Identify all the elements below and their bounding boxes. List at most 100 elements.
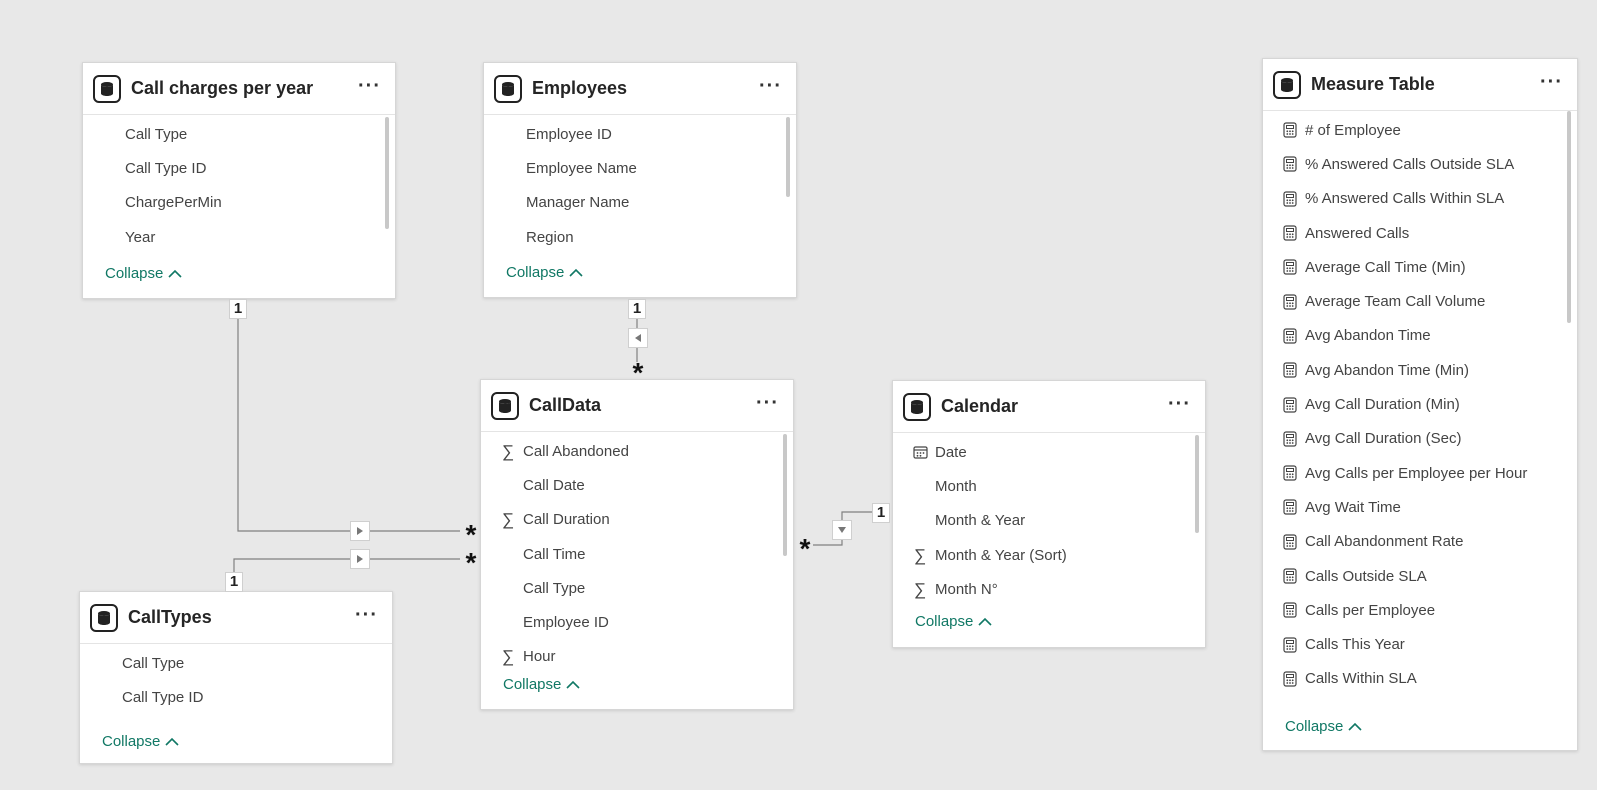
field-item[interactable]: ∑ Call Duration <box>481 503 793 537</box>
calculator-icon <box>1279 328 1301 344</box>
collapse-link[interactable]: Collapse <box>105 265 182 282</box>
scrollbar[interactable] <box>786 117 790 197</box>
field-item[interactable]: ∑ Hour <box>481 640 793 674</box>
table-header[interactable]: Call charges per year ··· <box>83 63 395 115</box>
field-item[interactable]: Month <box>893 469 1205 503</box>
field-label: Calls Within SLA <box>1305 670 1417 688</box>
collapse-link[interactable]: Collapse <box>506 264 583 281</box>
table-card-calltypes[interactable]: CallTypes ··· Call Type Call Type ID Coll… <box>79 591 393 764</box>
cardinality-many-charges-calldata: * <box>465 519 477 550</box>
field-label: Avg Abandon Time <box>1305 327 1431 345</box>
field-item[interactable]: Calls Outside SLA <box>1263 559 1577 593</box>
field-item[interactable]: Avg Abandon Time <box>1263 319 1577 353</box>
calculator-icon <box>1279 534 1301 550</box>
field-item[interactable]: Answered Calls <box>1263 216 1577 250</box>
field-item[interactable]: Call Time <box>481 537 793 571</box>
field-item[interactable]: Date <box>893 435 1205 469</box>
field-item[interactable]: Avg Calls per Employee per Hour <box>1263 456 1577 490</box>
field-item[interactable]: Manager Name <box>484 186 796 220</box>
calendar-icon <box>909 445 931 459</box>
field-item[interactable]: Average Team Call Volume <box>1263 284 1577 318</box>
table-card-call-charges[interactable]: Call charges per year ··· Call Type Call … <box>82 62 396 299</box>
scrollbar[interactable] <box>1567 111 1571 323</box>
field-label: Call Duration <box>523 511 610 529</box>
field-item[interactable]: Call Abandonment Rate <box>1263 525 1577 559</box>
more-options-button[interactable]: ··· <box>759 76 782 96</box>
field-item[interactable]: Call Type <box>83 117 395 151</box>
field-label: Average Call Time (Min) <box>1305 258 1466 276</box>
field-item[interactable]: Call Type ID <box>80 680 392 714</box>
chevron-up-icon <box>978 617 992 626</box>
field-item[interactable]: Year <box>83 220 395 254</box>
field-item[interactable]: ∑ Month N° <box>893 572 1205 606</box>
field-label: Year <box>125 228 156 246</box>
table-card-employees[interactable]: Employees ··· Employee ID Employee Name Ma… <box>483 62 797 298</box>
table-header[interactable]: Calendar ··· <box>893 381 1205 433</box>
field-item[interactable]: Avg Abandon Time (Min) <box>1263 353 1577 387</box>
calculator-icon <box>1279 396 1301 413</box>
more-options-button[interactable]: ··· <box>355 605 378 625</box>
filter-direction-calltypes[interactable] <box>350 549 370 569</box>
collapse-link[interactable]: Collapse <box>102 733 179 750</box>
field-item[interactable]: Calls This Year <box>1263 627 1577 661</box>
field-item[interactable]: ∑ Call Abandoned <box>481 434 793 468</box>
chevron-up-icon <box>566 680 580 689</box>
field-item[interactable]: Call Type ID <box>83 151 395 185</box>
field-item[interactable]: Call Type <box>481 571 793 605</box>
field-list: Call Type Call Type ID <box>80 644 392 715</box>
relationship-line-calltypes-calldata <box>233 558 460 572</box>
triangle-right-icon <box>357 555 363 563</box>
field-item[interactable]: ∑ Month & Year (Sort) <box>893 538 1205 572</box>
field-item[interactable]: Calls per Employee <box>1263 593 1577 627</box>
field-item[interactable]: Employee ID <box>484 117 796 151</box>
table-header[interactable]: Measure Table ··· <box>1263 59 1577 111</box>
field-item[interactable]: % Answered Calls Within SLA <box>1263 182 1577 216</box>
more-options-button[interactable]: ··· <box>1168 394 1191 414</box>
calculator-icon <box>1279 156 1301 173</box>
calculator-icon <box>1279 602 1301 618</box>
filter-direction-calendar[interactable] <box>832 520 852 540</box>
collapse-link[interactable]: Collapse <box>915 613 992 630</box>
field-item[interactable]: ChargePerMin <box>83 186 395 220</box>
field-item[interactable]: Employee ID <box>481 605 793 639</box>
table-card-calldata[interactable]: CallData ··· ∑ Call Abandoned Call Date ∑ Ca… <box>480 379 794 710</box>
collapse-link[interactable]: Collapse <box>503 676 580 693</box>
field-item[interactable]: Avg Call Duration (Min) <box>1263 387 1577 421</box>
calculator-icon <box>1279 225 1301 241</box>
table-header[interactable]: CallTypes ··· <box>80 592 392 644</box>
table-header[interactable]: Employees ··· <box>484 63 796 115</box>
calculator-icon <box>1279 499 1301 516</box>
sigma-icon: ∑ <box>501 647 515 667</box>
collapse-link[interactable]: Collapse <box>1285 718 1362 735</box>
more-options-button[interactable]: ··· <box>1540 72 1563 92</box>
table-card-calendar[interactable]: Calendar ··· Date Month Month & Year ∑ Month… <box>892 380 1206 648</box>
field-label: ChargePerMin <box>125 194 222 212</box>
field-item[interactable]: # of Employee <box>1263 113 1577 147</box>
scrollbar[interactable] <box>1195 435 1199 533</box>
field-item[interactable]: Calls Within SLA <box>1263 662 1577 696</box>
field-item[interactable]: Avg Call Duration (Sec) <box>1263 422 1577 456</box>
field-label: Call Type ID <box>125 159 207 177</box>
sigma-icon: ∑ <box>913 579 927 599</box>
filter-direction-charges[interactable] <box>350 521 370 541</box>
calculator-icon <box>1279 259 1301 275</box>
more-options-button[interactable]: ··· <box>358 76 381 96</box>
field-item[interactable]: Average Call Time (Min) <box>1263 250 1577 284</box>
table-icon <box>494 74 522 103</box>
field-label: Call Abandoned <box>523 442 629 460</box>
field-item[interactable]: Call Date <box>481 468 793 502</box>
field-label: Month & Year <box>935 512 1026 530</box>
scrollbar[interactable] <box>385 117 389 229</box>
field-item[interactable]: Employee Name <box>484 151 796 185</box>
field-item[interactable]: Avg Wait Time <box>1263 490 1577 524</box>
field-item[interactable]: Month & Year <box>893 504 1205 538</box>
field-item[interactable]: % Answered Calls Outside SLA <box>1263 147 1577 181</box>
field-item[interactable]: Call Type <box>80 646 392 680</box>
more-options-button[interactable]: ··· <box>756 393 779 413</box>
field-label: Month & Year (Sort) <box>935 546 1067 564</box>
table-card-measure-table[interactable]: Measure Table ··· # of Employee % Answere… <box>1262 58 1578 751</box>
field-item[interactable]: Region <box>484 220 796 254</box>
filter-direction-employees[interactable] <box>628 328 648 348</box>
scrollbar[interactable] <box>783 434 787 556</box>
field-label: Calls per Employee <box>1305 601 1436 619</box>
